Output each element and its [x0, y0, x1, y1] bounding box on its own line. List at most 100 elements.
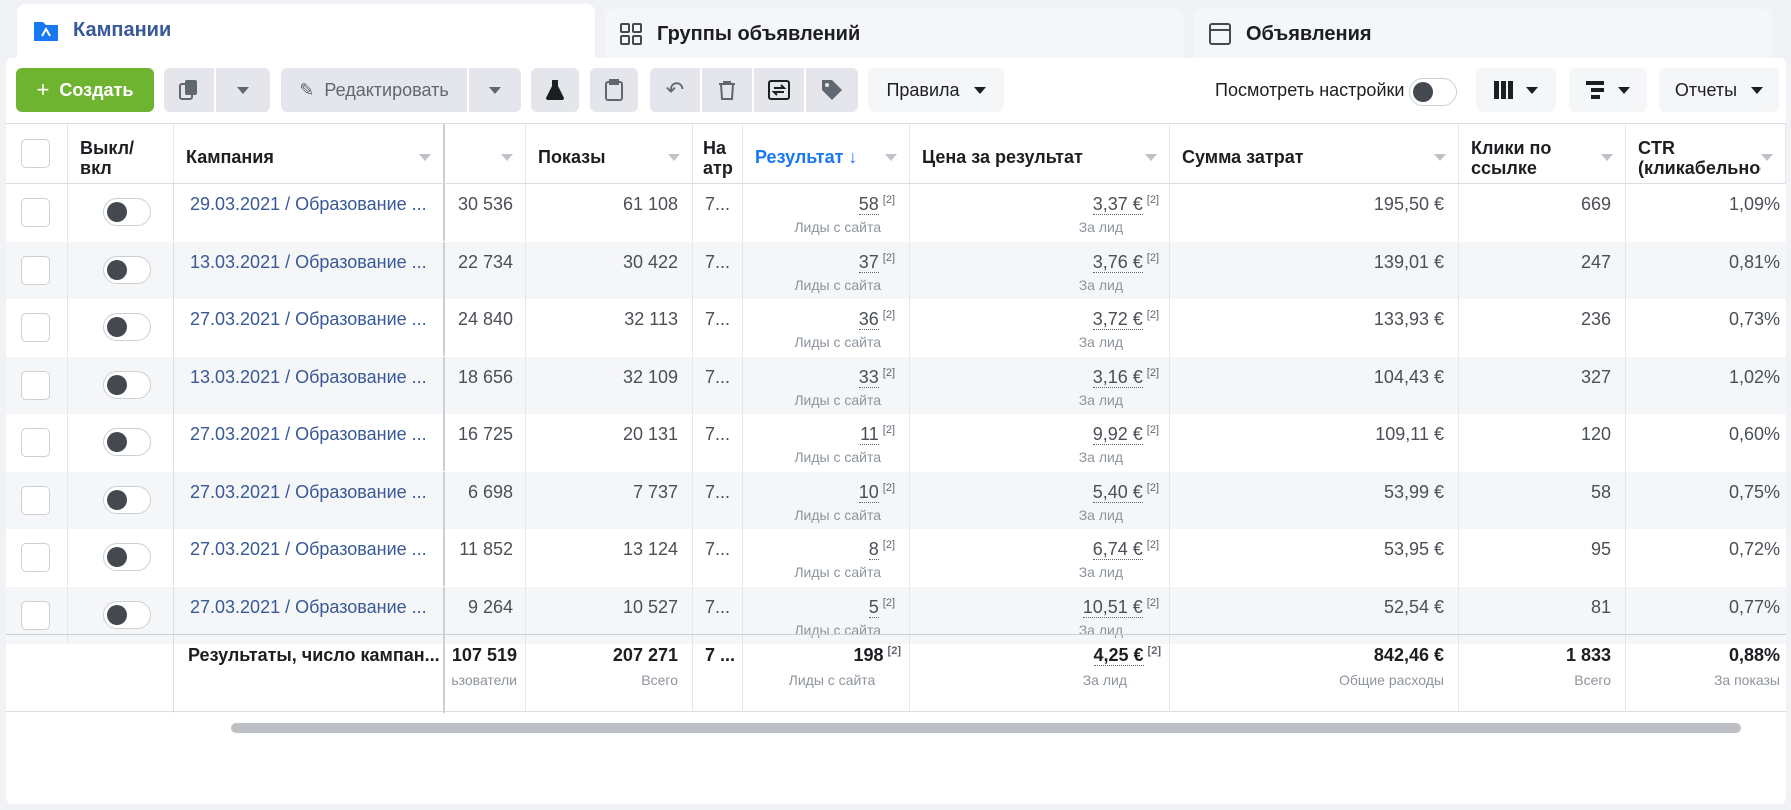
reports-button[interactable]: Отчеты: [1659, 68, 1779, 112]
row-toggle: [68, 356, 174, 414]
result-cell: 37 [2] Лиды с сайта: [743, 241, 910, 299]
row-checkbox[interactable]: [21, 198, 50, 227]
row-checkbox[interactable]: [21, 428, 50, 457]
campaign-link[interactable]: 13.03.2021 / Образование ...: [174, 356, 445, 414]
row-checkbox[interactable]: [21, 543, 50, 572]
header-result[interactable]: Результат ↓: [743, 124, 910, 184]
cost-sub: За лид: [1078, 391, 1123, 408]
publish-button[interactable]: [754, 68, 804, 112]
cost-cell: 3,37 € [2] За лид: [910, 184, 1170, 241]
table-row: 27.03.2021 / Образование ... 6 698 7 737…: [6, 471, 1786, 529]
campaign-link[interactable]: 27.03.2021 / Образование ...: [174, 299, 445, 356]
row-checkbox[interactable]: [21, 600, 50, 630]
select-all-checkbox[interactable]: [21, 139, 50, 168]
result-value[interactable]: 8: [868, 539, 879, 560]
summary-cost-value[interactable]: 4,25 €: [1093, 645, 1144, 666]
footnote: [2]: [887, 645, 901, 657]
header-attribution[interactable]: На атр: [693, 124, 743, 184]
spend-cell: 109,11 €: [1170, 414, 1459, 471]
row-select: [6, 529, 68, 586]
campaign-link[interactable]: 27.03.2021 / Образование ...: [174, 414, 445, 471]
campaign-link[interactable]: 27.03.2021 / Образование ...: [174, 529, 445, 586]
delete-button[interactable]: [702, 68, 752, 112]
result-value[interactable]: 33: [858, 366, 879, 388]
tab-campaigns[interactable]: Кампании: [17, 4, 595, 64]
sort-icon: [1145, 154, 1157, 161]
result-value[interactable]: 11: [860, 424, 879, 445]
header-impressions[interactable]: Показы: [526, 124, 693, 184]
cost-value[interactable]: 3,72 €: [1092, 309, 1143, 330]
tab-ads[interactable]: Объявления: [1194, 9, 1772, 59]
campaign-link[interactable]: 13.03.2021 / Образование ...: [174, 241, 445, 299]
summary-result-sub: Лиды с сайта: [788, 672, 876, 688]
campaign-link[interactable]: 29.03.2021 / Образование ...: [174, 184, 445, 241]
columns-button[interactable]: [1476, 68, 1556, 112]
undo-button[interactable]: ↶: [650, 68, 700, 112]
cost-value[interactable]: 3,76 €: [1092, 251, 1143, 273]
header-attr-label: На атр: [703, 137, 733, 178]
cost-cell: 3,16 € [2] За лид: [910, 356, 1170, 414]
cost-value[interactable]: 6,74 €: [1092, 539, 1143, 560]
campaign-toggle[interactable]: [103, 600, 151, 629]
row-checkbox[interactable]: [21, 485, 50, 515]
header-cost-per-result[interactable]: Цена за результат: [910, 124, 1170, 184]
cost-value[interactable]: 5,40 €: [1092, 481, 1143, 503]
tag-button[interactable]: [806, 68, 858, 112]
impressions-cell: 32 109: [526, 356, 693, 414]
campaign-toggle[interactable]: [103, 370, 151, 399]
result-value[interactable]: 5: [868, 596, 879, 618]
row-toggle: [68, 184, 174, 241]
result-value[interactable]: 36: [858, 309, 879, 330]
ab-test-button[interactable]: [531, 68, 579, 112]
campaign-toggle[interactable]: [103, 428, 151, 456]
result-value[interactable]: 37: [858, 251, 879, 273]
duplicate-dropdown[interactable]: [216, 68, 270, 112]
view-settings-toggle[interactable]: [1409, 78, 1457, 106]
result-value[interactable]: 58: [858, 194, 879, 215]
header-spend[interactable]: Сумма затрат: [1170, 124, 1459, 184]
spend-cell: 53,95 €: [1170, 529, 1459, 586]
spend-cell: 53,99 €: [1170, 471, 1459, 529]
cost-value[interactable]: 3,37 €: [1092, 194, 1143, 215]
result-value[interactable]: 10: [858, 481, 879, 503]
sort-icon: [1761, 154, 1773, 161]
duplicate-button[interactable]: [164, 68, 214, 112]
cost-sub: За лид: [1078, 564, 1123, 580]
campaign-toggle[interactable]: [103, 543, 151, 571]
tab-ad-groups[interactable]: Группы объявлений: [605, 9, 1184, 59]
clicks-cell: 120: [1459, 414, 1626, 471]
create-button[interactable]: + Создать: [16, 68, 154, 112]
row-checkbox[interactable]: [21, 313, 50, 342]
campaign-toggle[interactable]: [103, 198, 151, 226]
rules-button[interactable]: Правила: [868, 68, 1004, 112]
breakdown-button[interactable]: [1569, 68, 1647, 112]
clicks-cell: 236: [1459, 299, 1626, 356]
header-ctr[interactable]: CTR (кликабельность: [1626, 124, 1786, 184]
campaign-toggle[interactable]: [103, 255, 151, 284]
clipboard-button[interactable]: [590, 68, 638, 112]
header-campaign[interactable]: Кампания: [174, 124, 445, 184]
campaign-link[interactable]: 27.03.2021 / Образование ...: [174, 471, 445, 529]
result-sub: Лиды с сайта: [794, 449, 881, 465]
row-checkbox[interactable]: [21, 370, 50, 400]
cost-cell: 5,40 € [2] За лид: [910, 471, 1170, 529]
cost-value[interactable]: 10,51 €: [1082, 596, 1143, 618]
campaign-toggle[interactable]: [103, 485, 151, 514]
table-row: 27.03.2021 / Образование ... 11 852 13 1…: [6, 529, 1786, 586]
cost-value[interactable]: 9,92 €: [1092, 424, 1143, 445]
footnote: [2]: [882, 251, 895, 264]
tab-label: Объявления: [1246, 22, 1372, 45]
reach-cell: 30 536: [446, 184, 526, 241]
horizontal-scrollbar[interactable]: [231, 723, 1741, 733]
summary-empty: [6, 635, 174, 713]
create-label: Создать: [59, 79, 134, 100]
edit-button[interactable]: ✎ Редактировать: [281, 68, 467, 112]
edit-dropdown[interactable]: [469, 68, 521, 112]
reach-cell: 22 734: [446, 241, 526, 299]
campaign-toggle[interactable]: [103, 313, 151, 341]
row-checkbox[interactable]: [21, 255, 50, 285]
row-toggle: [68, 471, 174, 529]
header-reach[interactable]: [446, 124, 526, 184]
header-link-clicks[interactable]: Клики по ссылке: [1459, 124, 1626, 184]
cost-value[interactable]: 3,16 €: [1092, 366, 1143, 388]
